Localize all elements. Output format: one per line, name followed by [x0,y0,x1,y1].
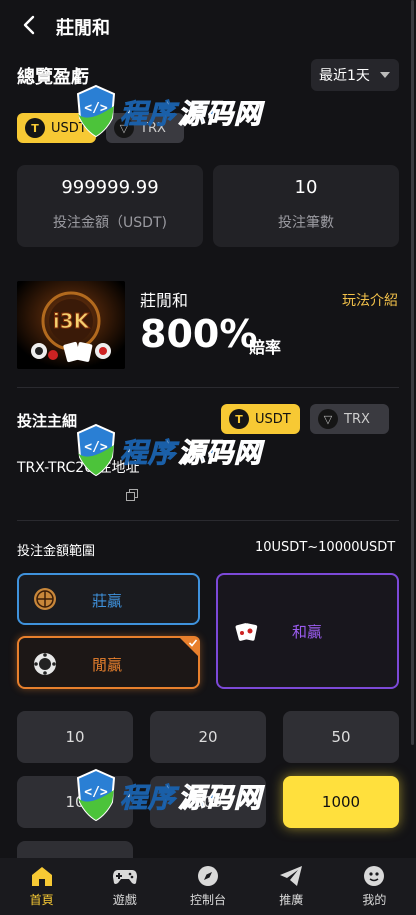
nav-item-home[interactable]: 首頁 [0,858,83,915]
bet-option-tie[interactable]: 和贏 [216,573,399,689]
currency-tab-label: USDT [51,120,87,136]
bet-option-label: 和贏 [292,623,323,641]
svg-text:</>: </> [84,440,108,455]
period-select[interactable]: 最近1天 [311,59,399,91]
amount-option-selected[interactable]: 1000 [283,776,399,828]
watermark-text: 源码网 [178,437,262,469]
stat-card-count: 10 投注筆數 [213,165,399,247]
player-chip-icon [34,653,56,675]
bet-range-label: 投注金額範圍 [17,544,96,559]
amount-option[interactable]: 20 [150,711,266,763]
address-currency-usdt[interactable]: T USDT [221,404,300,434]
stat-label: 投注筆數 [278,215,334,231]
watermark-text: 源码网 [178,98,262,130]
chevron-down-icon [380,72,390,78]
amount-option[interactable]: 10 [17,776,133,828]
stat-label: 投注金額（USDT) [53,215,167,231]
bet-address-text: TRX-TRC20 注地址 [17,460,140,476]
chip-label: USDT [255,411,291,427]
bet-option-banker[interactable]: 莊贏 [17,573,200,625]
stat-card-amount: 999999.99 投注金額（USDT) [17,165,203,247]
overview-title: 總覽盈虧 [17,67,89,88]
nav-label: 推廣 [279,893,304,907]
bet-address-title: 投注主細 [17,412,78,430]
page-title: 莊閒和 [56,18,110,39]
tron-icon: ▽ [318,409,338,429]
copy-icon[interactable] [126,489,138,501]
nav-item-profile[interactable]: 我的 [333,858,416,915]
selected-check-icon [178,636,200,658]
profile-icon [364,866,385,886]
amount-option-partial[interactable] [17,841,133,858]
rules-link[interactable]: 玩法介紹 [342,290,398,310]
nav-label: 首頁 [29,893,54,907]
bet-option-label: 莊贏 [92,592,123,610]
currency-tab-trx[interactable]: ▽ TRX [106,113,184,143]
nav-label: 遊戲 [112,893,137,907]
nav-label: 我的 [362,893,387,907]
amount-option[interactable]: 500 [150,776,266,828]
nav-item-promo[interactable]: 推廣 [250,858,333,915]
bet-option-label: 閒贏 [92,656,123,674]
period-select-value: 最近1天 [319,68,370,84]
odds-label: 賠率 [249,338,282,357]
divider [17,387,399,388]
scrollbar[interactable] [411,0,414,745]
tether-icon: T [25,118,45,138]
stat-value: 999999.99 [61,177,159,198]
amount-option[interactable]: 10 [17,711,133,763]
nav-label: 控制台 [190,893,227,907]
currency-tab-label: TRX [140,120,166,136]
tether-icon: T [229,409,249,429]
amount-option[interactable]: 50 [283,711,399,763]
currency-tab-usdt[interactable]: T USDT [17,113,96,143]
game-logo: i3K [17,281,125,369]
chip-label: TRX [344,411,370,427]
home-icon [31,867,52,886]
stat-value: 10 [294,177,318,198]
send-icon [280,866,303,886]
odds-value: 800% [140,312,258,356]
address-currency-trx[interactable]: ▽ TRX [310,404,389,434]
gamepad-icon [112,870,137,884]
nav-item-console[interactable]: 控制台 [166,858,249,915]
tron-icon: ▽ [114,118,134,138]
logo-wordmark: i3K [53,309,91,333]
game-name: 莊閒和 [140,291,189,310]
bet-range-value: 10USDT~10000USDT [255,540,396,555]
banker-chip-icon [34,588,56,610]
back-arrow-icon[interactable] [18,12,42,38]
bet-option-player[interactable]: 閒贏 [17,636,200,689]
nav-item-games[interactable]: 遊戲 [83,858,166,915]
playing-cards-icon [235,623,258,641]
bottom-nav: 首頁 遊戲 控制台 推廣 我的 [0,858,416,915]
divider [17,520,399,521]
compass-icon [198,866,218,886]
